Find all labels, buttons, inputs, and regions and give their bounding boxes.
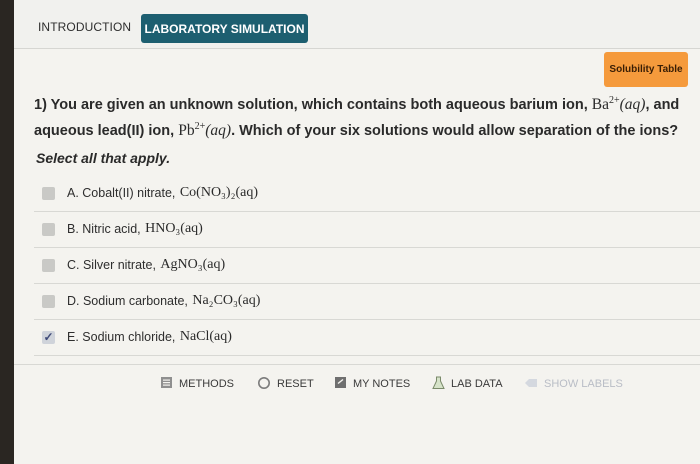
question-line2-prefix: aqueous lead(II) ion, <box>34 123 179 140</box>
reset-label: RESET <box>277 378 314 390</box>
option-formula: HNO₃(aq) <box>145 221 203 236</box>
question-line2-suffix: . Which of your six solutions would allo… <box>231 123 679 140</box>
select-all-instruction: Select all that apply. <box>36 150 171 166</box>
option-label: E. Sodium chloride, <box>67 330 176 344</box>
question-text: 1) You are given an unknown solution, wh… <box>34 90 684 142</box>
lab-data-icon <box>432 376 445 393</box>
notes-icon <box>334 376 347 392</box>
barium-charge: 2+ <box>608 95 620 106</box>
show-labels-icon <box>524 377 538 392</box>
tab-bar: INTRODUCTION LABORATORY SIMULATION <box>14 0 700 49</box>
option-label: D. Sodium carbonate, <box>67 294 188 308</box>
option-formula: Na₂CO₃(aq) <box>192 293 261 308</box>
checkmark-icon: ✓ <box>43 330 54 344</box>
option-formula: NaCl(aq) <box>179 329 232 344</box>
option-formula: AgNO₃(aq) <box>160 257 226 272</box>
option-c[interactable]: C. Silver nitrate, AgNO₃(aq) <box>34 247 700 284</box>
option-label: A. Cobalt(II) nitrate, <box>67 186 176 200</box>
checkbox[interactable] <box>42 186 55 200</box>
aq-label-2: (aq) <box>205 122 232 140</box>
footer-divider <box>14 364 700 365</box>
option-label: C. Silver nitrate, <box>67 258 156 272</box>
show-labels-label: SHOW LABELS <box>544 378 623 390</box>
page: INTRODUCTION LABORATORY SIMULATION Solub… <box>14 0 700 464</box>
checkbox-checked[interactable]: ✓ <box>42 330 55 344</box>
show-labels-button[interactable]: SHOW LABELS <box>524 376 623 392</box>
option-label: B. Nitric acid, <box>67 222 141 236</box>
reset-button[interactable]: RESET <box>257 376 314 392</box>
lead-charge: 2+ <box>194 121 206 133</box>
checkbox[interactable] <box>42 222 55 236</box>
aq-label-1: (aq) <box>619 96 646 114</box>
lab-data-label: LAB DATA <box>451 378 503 390</box>
option-e[interactable]: ✓ E. Sodium chloride, NaCl(aq) <box>34 319 700 356</box>
question-line1-prefix: 1) You are given an unknown solution, wh… <box>34 97 592 114</box>
solubility-table-button[interactable]: Solubility Table <box>604 52 688 87</box>
option-formula: Co(NO₃)₂(aq) <box>179 185 259 200</box>
question-line1-suffix: , and <box>645 97 680 114</box>
methods-icon <box>160 376 173 392</box>
my-notes-button[interactable]: MY NOTES <box>334 376 410 392</box>
tab-laboratory-simulation[interactable]: LABORATORY SIMULATION <box>141 14 308 43</box>
option-b[interactable]: B. Nitric acid, HNO₃(aq) <box>34 211 700 248</box>
option-a[interactable]: A. Cobalt(II) nitrate, Co(NO₃)₂(aq) <box>34 175 700 212</box>
reset-icon <box>257 376 271 393</box>
lab-data-button[interactable]: LAB DATA <box>432 376 503 392</box>
my-notes-label: MY NOTES <box>353 378 411 390</box>
checkbox[interactable] <box>42 294 55 308</box>
tab-introduction[interactable]: INTRODUCTION <box>38 20 131 34</box>
methods-label: METHODS <box>179 378 234 390</box>
lead-formula: Pb <box>178 122 195 140</box>
methods-button[interactable]: METHODS <box>160 376 234 392</box>
checkbox[interactable] <box>42 258 55 272</box>
barium-formula: Ba <box>591 96 609 114</box>
option-d[interactable]: D. Sodium carbonate, Na₂CO₃(aq) <box>34 283 700 320</box>
